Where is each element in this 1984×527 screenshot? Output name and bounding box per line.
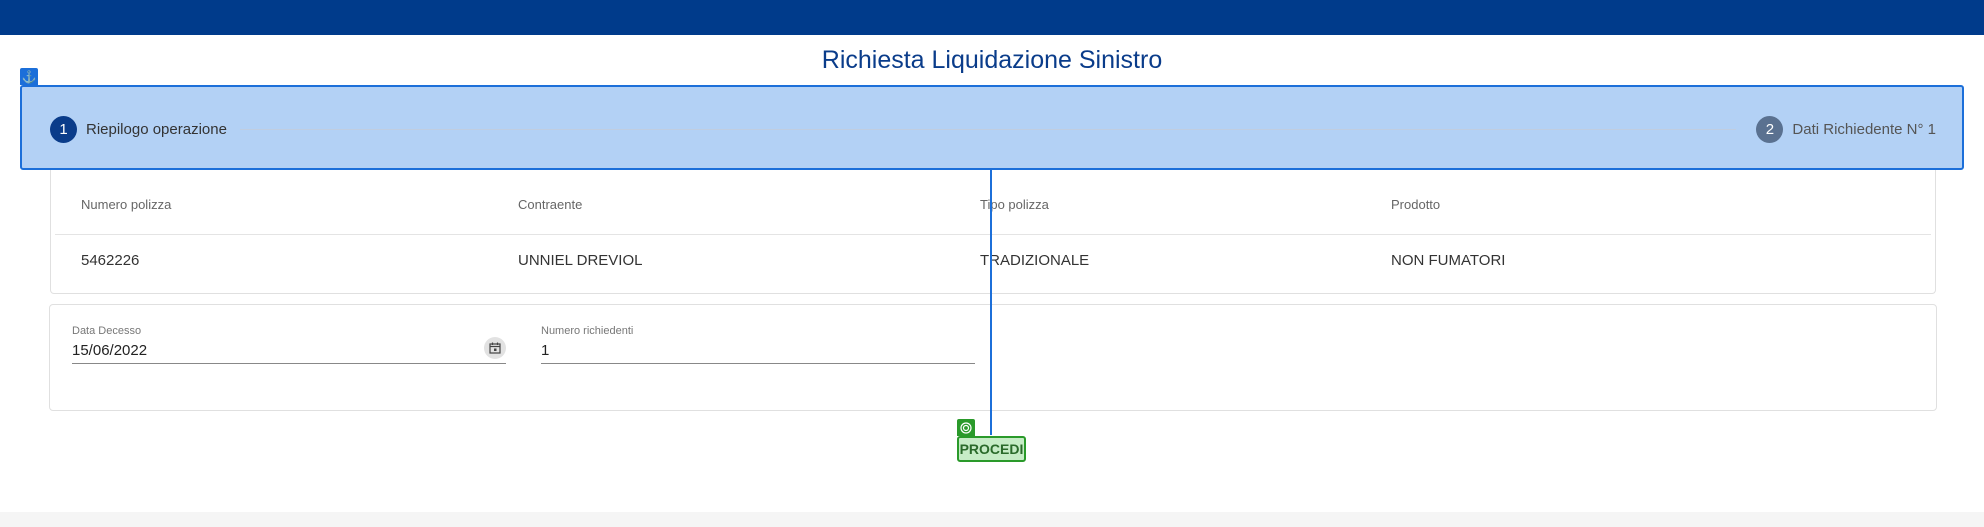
stepper: 1 Riepilogo operazione 2 Dati Richiedent… xyxy=(20,85,1964,170)
column-header: Contraente xyxy=(518,197,583,212)
anchor-icon: ⚓ xyxy=(20,68,38,85)
stepper-line xyxy=(240,129,1736,130)
requesters-label: Numero richiedenti xyxy=(541,325,634,337)
table-cell: TRADIZIONALE xyxy=(980,252,1090,269)
calendar-icon[interactable] xyxy=(484,337,506,359)
step-label: Dati Richiedente N° 1 xyxy=(1792,121,1936,138)
row-divider xyxy=(55,234,1931,235)
step-number: 1 xyxy=(50,116,77,143)
footer-strip xyxy=(0,512,1984,527)
step-dati-richiedente[interactable]: 2 Dati Richiedente N° 1 xyxy=(1756,116,1936,143)
page-title: Richiesta Liquidazione Sinistro xyxy=(821,46,1163,74)
death-date-field: Data Decesso 15/06/2022 xyxy=(72,325,506,364)
policy-summary-table: Numero polizza Contraente Tipo polizza P… xyxy=(50,170,1936,294)
target-icon xyxy=(957,419,975,436)
step-number: 2 xyxy=(1756,116,1784,143)
connector-line xyxy=(990,170,992,435)
requesters-input[interactable]: 1 xyxy=(541,342,975,364)
death-date-input[interactable]: 15/06/2022 xyxy=(72,337,506,364)
step-label: Riepilogo operazione xyxy=(86,121,227,138)
proceed-button[interactable]: PROCEDI xyxy=(957,436,1026,462)
death-date-value: 15/06/2022 xyxy=(72,342,148,359)
table-cell: UNNIEL DREVIOL xyxy=(518,252,643,269)
death-date-label: Data Decesso xyxy=(72,325,142,337)
table-cell: NON FUMATORI xyxy=(1391,252,1506,269)
death-details-form: Data Decesso 15/06/2022 Numero richieden… xyxy=(49,304,1937,411)
table-cell: 5462226 xyxy=(81,252,140,269)
column-header: Prodotto xyxy=(1391,197,1441,212)
step-riepilogo[interactable]: 1 Riepilogo operazione xyxy=(50,116,227,143)
requesters-field: Numero richiedenti 1 xyxy=(541,325,975,364)
column-header: Numero polizza xyxy=(81,197,172,212)
top-bar xyxy=(0,0,1984,35)
